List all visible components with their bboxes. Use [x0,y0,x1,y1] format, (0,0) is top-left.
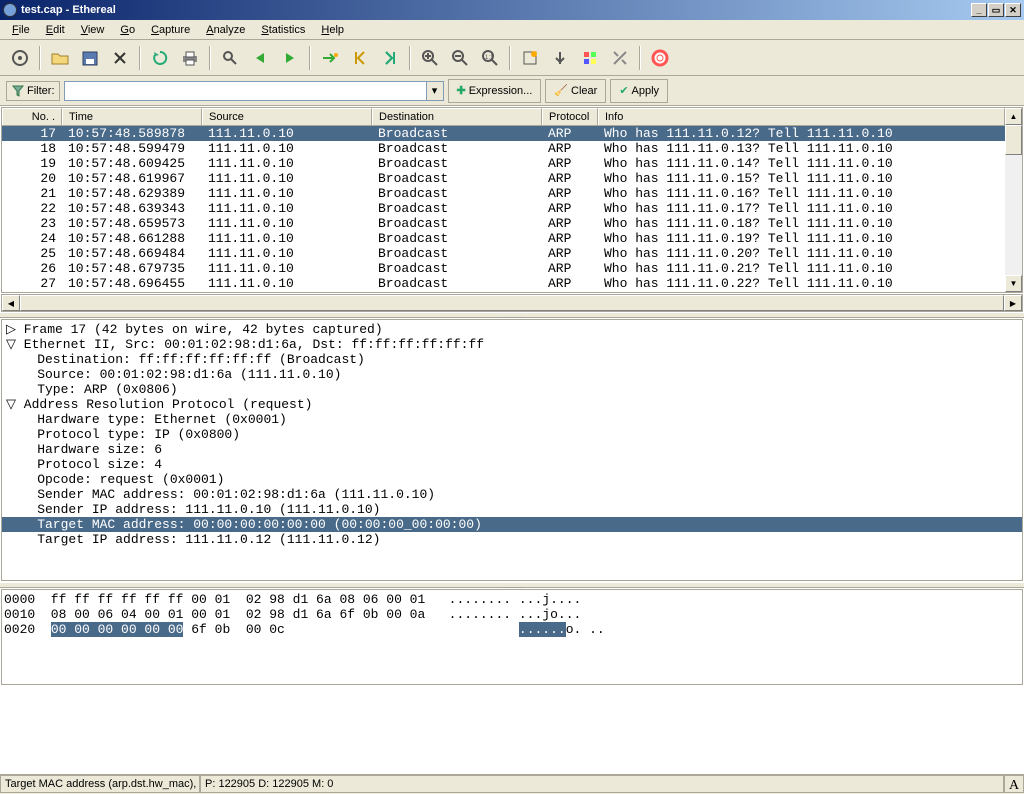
table-row[interactable]: 2510:57:48.669484111.11.0.10BroadcastARP… [2,246,1005,261]
detail-line[interactable]: Source: 00:01:02:98:d1:6a (111.11.0.10) [2,367,1022,382]
detail-line[interactable]: Target MAC address: 00:00:00:00:00:00 (0… [2,517,1022,532]
status-right: P: 122905 D: 122905 M: 0 [200,775,1004,793]
menu-go[interactable]: Go [112,22,143,38]
window-title: test.cap - Ethereal [21,4,971,16]
detail-line[interactable]: Sender MAC address: 00:01:02:98:d1:6a (1… [2,487,1022,502]
detail-line[interactable]: ▷ Frame 17 (42 bytes on wire, 42 bytes c… [2,322,1022,337]
maximize-button[interactable]: ▭ [988,3,1004,17]
col-source[interactable]: Source [202,108,372,125]
splitter-1[interactable]: ...... [0,312,1024,318]
capture-filters-icon[interactable] [546,44,574,72]
zoom-out-icon[interactable] [446,44,474,72]
detail-line[interactable]: ▽ Ethernet II, Src: 00:01:02:98:d1:6a, D… [2,337,1022,352]
titlebar: test.cap - Ethereal _ ▭ ✕ [0,0,1024,20]
detail-line[interactable]: Protocol type: IP (0x0800) [2,427,1022,442]
capture-options-icon[interactable] [516,44,544,72]
table-row[interactable]: 2110:57:48.629389111.11.0.10BroadcastARP… [2,186,1005,201]
packet-vscroll[interactable]: ▲▼ [1005,108,1022,292]
filter-bar: Filter: ▾ ✚Expression... 🧹Clear ✔Apply [0,76,1024,106]
toolbar: 1:1 [0,40,1024,76]
table-row[interactable]: 2310:57:48.659573111.11.0.10BroadcastARP… [2,216,1005,231]
filter-input[interactable] [64,81,426,101]
forward-icon[interactable] [276,44,304,72]
filter-dropdown-icon[interactable]: ▾ [426,81,444,101]
hex-pane: 0000 ff ff ff ff ff ff 00 01 02 98 d1 6a… [1,589,1023,685]
col-info[interactable]: Info [598,108,1005,125]
detail-line[interactable]: Hardware size: 6 [2,442,1022,457]
detail-line[interactable]: Hardware type: Ethernet (0x0001) [2,412,1022,427]
splitter-2[interactable]: ...... [0,582,1024,588]
table-row[interactable]: 1710:57:48.589878111.11.0.10BroadcastARP… [2,126,1005,141]
packet-hscroll[interactable]: ◀▶ [1,294,1023,312]
save-icon[interactable] [76,44,104,72]
reload-icon[interactable] [146,44,174,72]
coloring-icon[interactable] [576,44,604,72]
hex-line[interactable]: 0010 08 00 06 04 00 01 00 01 02 98 d1 6a… [4,607,1020,622]
goto-first-icon[interactable] [346,44,374,72]
open-icon[interactable] [46,44,74,72]
detail-line[interactable]: Protocol size: 4 [2,457,1022,472]
table-row[interactable]: 2010:57:48.619967111.11.0.10BroadcastARP… [2,171,1005,186]
menu-help[interactable]: Help [313,22,352,38]
col-time[interactable]: Time [62,108,202,125]
table-row[interactable]: 1810:57:48.599479111.11.0.10BroadcastARP… [2,141,1005,156]
status-left: Target MAC address (arp.dst.hw_mac), 6 b… [0,775,200,793]
close-button[interactable]: ✕ [1005,3,1021,17]
goto-icon[interactable] [316,44,344,72]
table-row[interactable]: 2710:57:48.696455111.11.0.10BroadcastARP… [2,276,1005,291]
detail-line[interactable]: Sender IP address: 111.11.0.10 (111.11.0… [2,502,1022,517]
packet-list-pane: No. . Time Source Destination Protocol I… [1,107,1023,293]
close-file-icon[interactable] [106,44,134,72]
zoom-in-icon[interactable] [416,44,444,72]
col-destination[interactable]: Destination [372,108,542,125]
menu-statistics[interactable]: Statistics [253,22,313,38]
menubar: File Edit View Go Capture Analyze Statis… [0,20,1024,40]
settings-icon[interactable] [6,44,34,72]
expression-button[interactable]: ✚Expression... [448,79,542,103]
col-protocol[interactable]: Protocol [542,108,598,125]
filter-button[interactable]: Filter: [6,81,60,101]
filter-label-text: Filter: [27,85,55,97]
clear-button[interactable]: 🧹Clear [545,79,606,103]
apply-button[interactable]: ✔Apply [610,79,668,103]
print-icon[interactable] [176,44,204,72]
hex-line[interactable]: 0000 ff ff ff ff ff ff 00 01 02 98 d1 6a… [4,592,1020,607]
goto-last-icon[interactable] [376,44,404,72]
table-row[interactable]: 1910:57:48.609425111.11.0.10BroadcastARP… [2,156,1005,171]
table-row[interactable]: 2410:57:48.661288111.11.0.10BroadcastARP… [2,231,1005,246]
detail-line[interactable]: ▽ Address Resolution Protocol (request) [2,397,1022,412]
back-icon[interactable] [246,44,274,72]
menu-analyze[interactable]: Analyze [198,22,253,38]
prefs-icon[interactable] [606,44,634,72]
col-no[interactable]: No. . [2,108,62,125]
menu-capture[interactable]: Capture [143,22,198,38]
app-icon [3,3,17,17]
detail-line[interactable]: Target IP address: 111.11.0.12 (111.11.0… [2,532,1022,547]
help-icon[interactable] [646,44,674,72]
zoom-11-icon[interactable]: 1:1 [476,44,504,72]
detail-line[interactable]: Destination: ff:ff:ff:ff:ff:ff (Broadcas… [2,352,1022,367]
minimize-button[interactable]: _ [971,3,987,17]
status-a-icon: A [1004,775,1024,793]
detail-pane: ▷ Frame 17 (42 bytes on wire, 42 bytes c… [1,319,1023,581]
menu-file[interactable]: File [4,22,38,38]
menu-view[interactable]: View [73,22,113,38]
detail-line[interactable]: Type: ARP (0x0806) [2,382,1022,397]
table-row[interactable]: 2610:57:48.679735111.11.0.10BroadcastARP… [2,261,1005,276]
find-icon[interactable] [216,44,244,72]
menu-edit[interactable]: Edit [38,22,73,38]
detail-line[interactable]: Opcode: request (0x0001) [2,472,1022,487]
table-row[interactable]: 2210:57:48.639343111.11.0.10BroadcastARP… [2,201,1005,216]
hex-line[interactable]: 0020 00 00 00 00 00 00 6f 0b 00 0c .....… [4,622,1020,637]
column-headers: No. . Time Source Destination Protocol I… [2,108,1005,126]
statusbar: Target MAC address (arp.dst.hw_mac), 6 b… [0,774,1024,794]
